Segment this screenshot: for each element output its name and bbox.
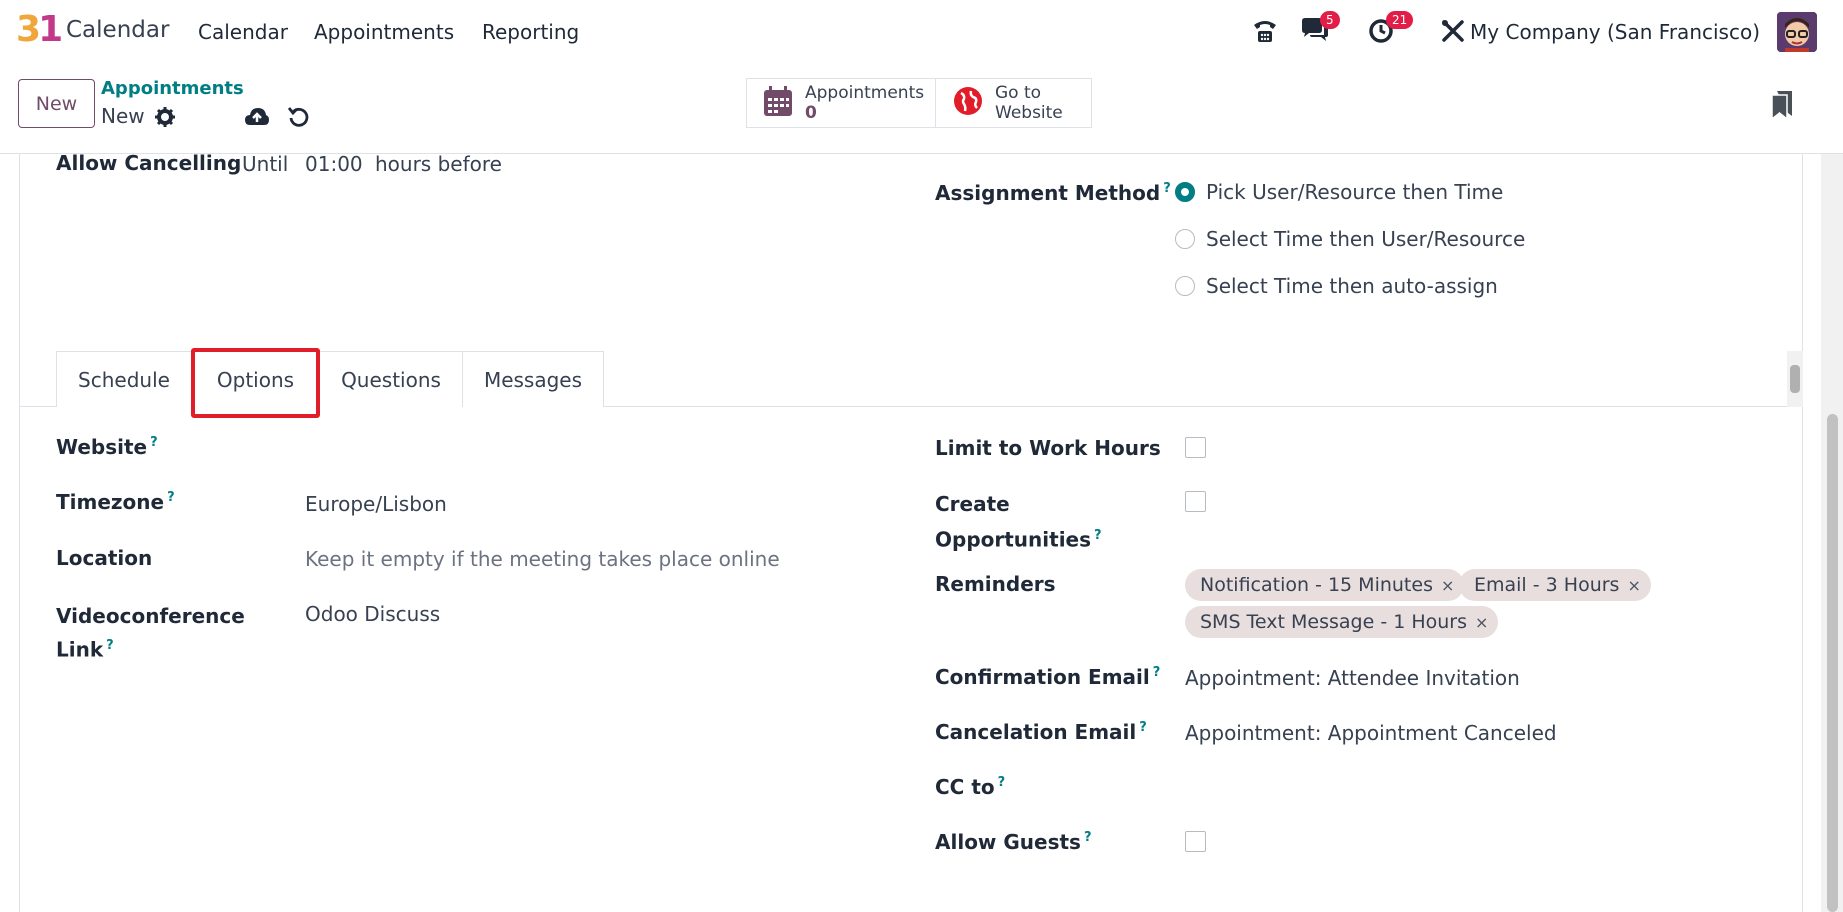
videoconference-field[interactable]: Odoo Discuss — [305, 602, 440, 626]
location-label: Location — [56, 546, 153, 570]
assignment-option-auto-assign[interactable]: Select Time then auto-assign — [1206, 274, 1498, 298]
cc-to-label: CC to? — [935, 775, 1006, 799]
remove-tag-icon[interactable]: × — [1627, 576, 1640, 595]
cancelation-email-field[interactable]: Appointment: Appointment Canceled — [1185, 721, 1557, 745]
remove-tag-icon[interactable]: × — [1441, 576, 1454, 595]
smart-button-go-to-website[interactable]: Go to Website — [935, 78, 1092, 128]
allow-cancelling-label: Allow Cancelling — [56, 151, 242, 175]
app-title[interactable]: Calendar — [66, 17, 169, 43]
menu-reporting[interactable]: Reporting — [482, 20, 579, 44]
tab-messages[interactable]: Messages — [462, 351, 604, 407]
help-icon[interactable]: ? — [1153, 665, 1161, 680]
globe-icon — [953, 86, 983, 120]
tab-questions[interactable]: Questions — [319, 351, 463, 407]
help-icon[interactable]: ? — [998, 775, 1006, 790]
reminder-tag: Notification - 15 Minutes × — [1185, 569, 1465, 601]
help-icon[interactable]: ? — [106, 638, 114, 653]
allow-cancelling-until: Until — [242, 152, 289, 176]
reminder-tag: SMS Text Message - 1 Hours × — [1185, 606, 1499, 638]
company-switcher[interactable]: My Company (San Francisco) — [1470, 20, 1760, 44]
save-cloud-icon[interactable] — [244, 105, 270, 129]
tab-schedule[interactable]: Schedule — [56, 351, 192, 407]
smart-website-label-line1: Go to — [995, 83, 1042, 103]
confirmation-email-field[interactable]: Appointment: Attendee Invitation — [1185, 666, 1520, 690]
assignment-method-label: Assignment Method? — [935, 181, 1171, 205]
smart-appointments-label: Appointments — [805, 83, 925, 103]
allow-guests-label: Allow Guests? — [935, 830, 1092, 854]
menu-calendar[interactable]: Calendar — [198, 20, 288, 44]
main-navbar: 31 Calendar Calendar Appointments Report… — [0, 0, 1843, 62]
cancelation-email-label: Cancelation Email? — [935, 720, 1147, 744]
allow-guests-checkbox[interactable] — [1185, 831, 1206, 852]
breadcrumb-current: New — [101, 104, 145, 128]
discard-undo-icon[interactable] — [287, 105, 311, 129]
page-scrollbar[interactable] — [1821, 154, 1843, 912]
limit-work-hours-checkbox[interactable] — [1185, 437, 1206, 458]
smart-button-appointments[interactable]: Appointments 0 — [746, 78, 936, 128]
gear-icon[interactable] — [154, 106, 176, 128]
activities-clock-icon[interactable]: 21 — [1366, 11, 1414, 46]
assignment-radio-pick-user[interactable] — [1175, 182, 1195, 202]
options-tab-highlight — [191, 348, 320, 418]
timezone-field[interactable]: Europe/Lisbon — [305, 492, 447, 516]
assignment-option-pick-user[interactable]: Pick User/Resource then Time — [1206, 180, 1503, 204]
smart-appointments-count: 0 — [805, 103, 817, 123]
activities-badge: 21 — [1386, 11, 1414, 29]
breadcrumb-appointments[interactable]: Appointments — [101, 78, 244, 99]
help-icon[interactable]: ? — [1139, 720, 1147, 735]
help-icon[interactable]: ? — [167, 490, 175, 505]
create-opportunities-checkbox[interactable] — [1185, 491, 1206, 512]
debug-tools-icon[interactable] — [1438, 16, 1468, 46]
new-button[interactable]: New — [18, 79, 95, 128]
confirmation-email-label: Confirmation Email? — [935, 665, 1161, 689]
menu-appointments[interactable]: Appointments — [314, 20, 454, 44]
calendar-icon — [763, 85, 793, 121]
reminders-label: Reminders — [935, 572, 1056, 596]
help-icon[interactable]: ? — [150, 435, 158, 450]
videoconference-link-label: Videoconference Link? — [56, 604, 245, 662]
control-panel: New Appointments New Appointments 0 Go t… — [0, 62, 1843, 154]
page-scrollbar-thumb[interactable] — [1827, 414, 1838, 912]
tabs-scrollbar[interactable] — [1787, 351, 1803, 407]
reminder-tag: Email - 3 Hours × — [1459, 569, 1651, 601]
assignment-radio-select-time-user[interactable] — [1175, 229, 1195, 249]
allow-cancelling-suffix: hours before — [375, 152, 502, 176]
user-avatar[interactable] — [1777, 12, 1817, 52]
assignment-option-select-time-user[interactable]: Select Time then User/Resource — [1206, 227, 1525, 251]
messages-badge: 5 — [1320, 11, 1340, 29]
limit-work-hours-label: Limit to Work Hours — [935, 436, 1161, 460]
smart-website-label-line2: Website — [995, 103, 1063, 123]
phone-icon[interactable] — [1250, 16, 1280, 46]
help-icon[interactable]: ? — [1163, 181, 1171, 196]
calendar-app-logo[interactable]: 31 — [16, 10, 63, 50]
messages-icon[interactable]: 5 — [1300, 11, 1340, 46]
help-icon[interactable]: ? — [1094, 528, 1102, 543]
timezone-label: Timezone? — [56, 490, 175, 514]
assignment-radio-auto-assign[interactable] — [1175, 276, 1195, 296]
remove-tag-icon[interactable]: × — [1475, 613, 1488, 632]
form-sheet — [19, 154, 1803, 912]
location-input[interactable]: Keep it empty if the meeting takes place… — [305, 547, 780, 571]
bookmark-icon[interactable] — [1771, 90, 1793, 121]
tabs-scrollbar-thumb[interactable] — [1790, 365, 1800, 393]
allow-cancelling-input[interactable]: 01:00 — [305, 152, 363, 176]
create-opportunities-label: Create Opportunities? — [935, 492, 1102, 552]
website-label: Website? — [56, 435, 158, 459]
help-icon[interactable]: ? — [1084, 830, 1092, 845]
